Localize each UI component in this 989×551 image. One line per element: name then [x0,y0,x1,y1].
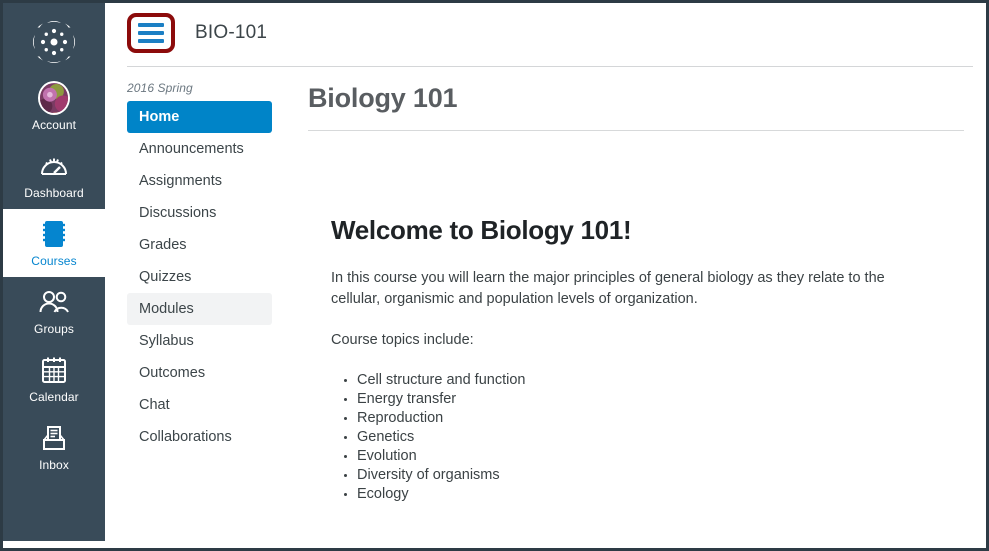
course-description-paragraph: In this course you will learn the major … [331,270,885,307]
course-nav-item-announcements[interactable]: Announcements [127,133,272,165]
breadcrumb[interactable]: BIO-101 [195,22,267,44]
list-item: Discussions [109,197,294,229]
course-navigation: 2016 Spring Home Announcements Assignmen… [109,81,294,453]
hamburger-bar [138,31,164,35]
global-nav-item-account[interactable]: Account [3,73,105,141]
header-inner: BIO-101 [127,13,267,53]
avatar [38,81,70,115]
course-nav-item-outcomes[interactable]: Outcomes [127,357,272,389]
dashboard-speedometer-icon [38,150,70,182]
list-item: Evolution [357,447,966,466]
canvas-logo [32,20,76,64]
list-item: Outcomes [109,357,294,389]
page-header: BIO-101 [105,3,986,66]
inbox-tray-icon [38,422,70,454]
page-title: Biology 101 [308,83,458,113]
topics-intro-paragraph: Course topics include: [331,332,474,348]
list-item: Announcements [109,133,294,165]
course-topics-list: Cell structure and function Energy trans… [331,371,966,504]
course-nav-item-assignments[interactable]: Assignments [127,165,272,197]
list-item: Diversity of organisms [357,466,966,485]
title-divider [308,130,964,131]
list-item: Cell structure and function [357,371,966,390]
term-label: 2016 Spring [127,81,193,95]
list-item: Modules [109,293,294,325]
list-item: Reproduction [357,409,966,428]
list-item: Syllabus [109,325,294,357]
header-divider [127,66,973,67]
list-item: Chat [109,389,294,421]
user-avatar-icon [38,81,70,115]
hamburger-bar [138,39,164,43]
course-menu-hamburger-icon[interactable] [127,13,175,53]
course-nav-item-chat[interactable]: Chat [127,389,272,421]
course-nav-item-syllabus[interactable]: Syllabus [127,325,272,357]
course-nav-item-quizzes[interactable]: Quizzes [127,261,272,293]
list-item: Quizzes [109,261,294,293]
courses-book-icon [38,218,70,250]
course-nav-item-discussions[interactable]: Discussions [127,197,272,229]
global-nav-label: Groups [34,322,74,336]
main-content: Biology 101 Welcome to Biology 101! In t… [308,83,966,504]
course-nav-list: Home Announcements Assignments Discussio… [109,101,294,453]
course-nav-item-collaborations[interactable]: Collaborations [127,421,272,453]
list-item: Assignments [109,165,294,197]
global-nav-item-dashboard[interactable]: Dashboard [3,141,105,209]
groups-people-icon [38,286,70,318]
global-nav-item-courses[interactable]: Courses [3,209,105,277]
browser-window: Account Dashboard Courses Groups Calenda… [0,0,989,551]
course-nav-item-grades[interactable]: Grades [127,229,272,261]
welcome-heading: Welcome to Biology 101! [331,215,632,245]
list-item: Home [109,101,294,133]
global-nav-label: Dashboard [24,186,84,200]
flower-avatar-image [40,84,68,113]
global-nav-label: Inbox [39,458,69,472]
list-item: Collaborations [109,421,294,453]
list-item: Grades [109,229,294,261]
global-nav-label: Account [31,118,77,132]
list-item: Energy transfer [357,390,966,409]
global-navigation-sidebar: Account Dashboard Courses Groups Calenda… [3,3,105,541]
calendar-icon [38,354,70,386]
list-item: Genetics [357,428,966,447]
hamburger-bar [138,23,164,27]
global-nav-item-groups[interactable]: Groups [3,277,105,345]
canvas-logo-link[interactable] [3,11,105,73]
global-nav-label: Calendar [29,390,79,404]
course-nav-item-modules[interactable]: Modules [127,293,272,325]
global-nav-item-calendar[interactable]: Calendar [3,345,105,413]
global-nav-label: Courses [31,254,77,268]
list-item: Ecology [357,485,966,504]
course-nav-item-home[interactable]: Home [127,101,272,133]
global-nav-item-inbox[interactable]: Inbox [3,413,105,481]
wiki-page-body: Welcome to Biology 101! In this course y… [308,215,966,504]
